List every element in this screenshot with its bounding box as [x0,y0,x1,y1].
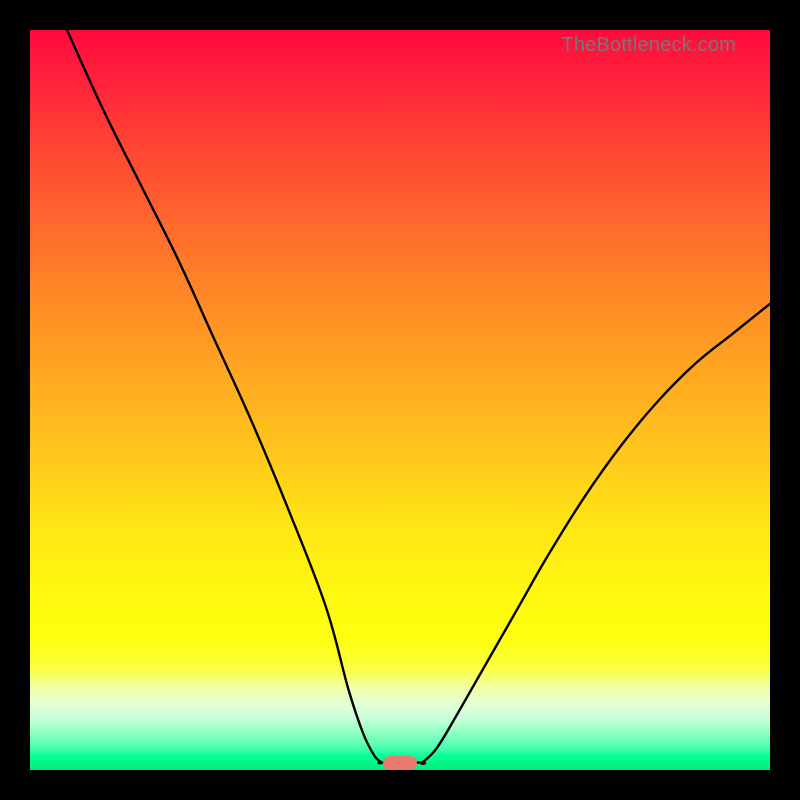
bottleneck-curve [67,30,770,764]
optimum-marker [383,756,417,770]
chart-frame: TheBottleneck.com [0,0,800,800]
plot-area: TheBottleneck.com [30,30,770,770]
curve-svg [30,30,770,770]
